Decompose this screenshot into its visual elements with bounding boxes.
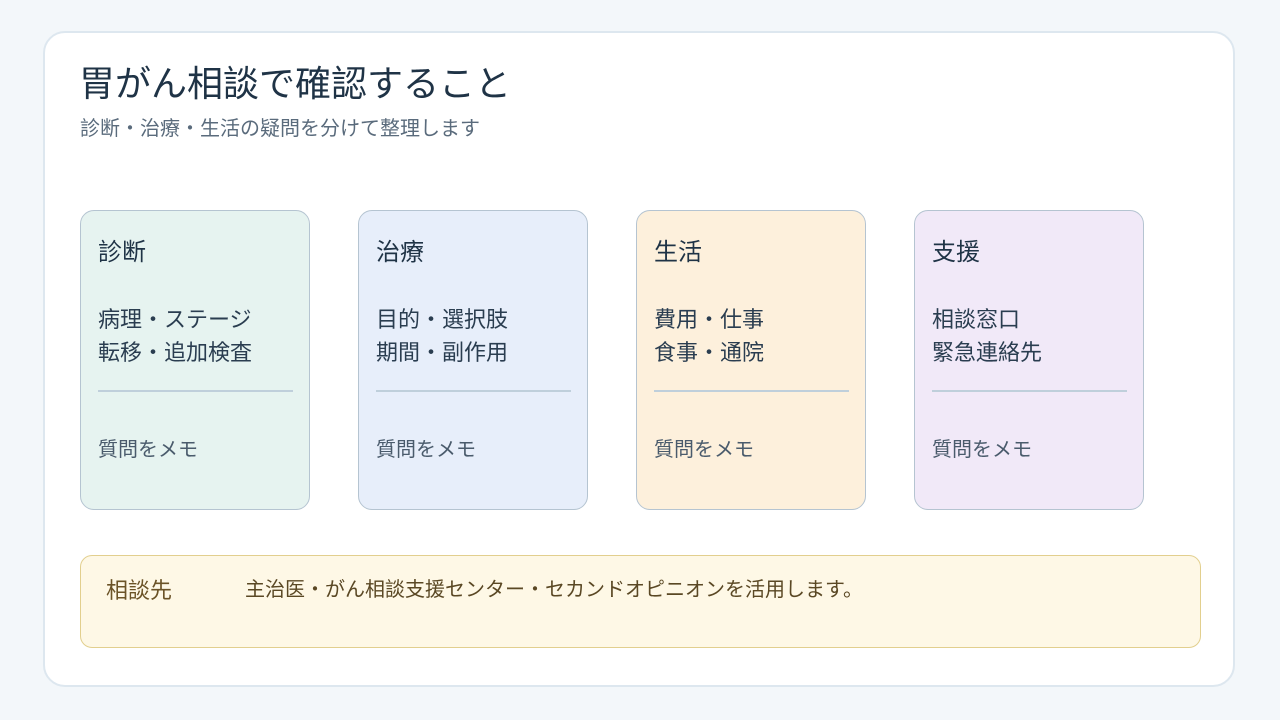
card-memo: 質問をメモ xyxy=(376,437,476,461)
card-life: 生活 費用・仕事 食事・通院 質問をメモ xyxy=(636,210,866,510)
card-line: 費用・仕事 xyxy=(654,308,765,333)
card-line: 食事・通院 xyxy=(654,341,765,366)
page-title: 胃がん相談で確認すること xyxy=(79,64,512,105)
card-divider xyxy=(98,390,293,392)
footer-text: 主治医・がん相談支援センター・セカンドオピニオンを活用します。 xyxy=(245,577,863,601)
footer-label: 相談先 xyxy=(106,579,173,604)
card-title: 生活 xyxy=(654,238,702,266)
card-memo: 質問をメモ xyxy=(654,437,754,461)
card-memo: 質問をメモ xyxy=(98,437,198,461)
card-line: 病理・ステージ xyxy=(98,308,252,333)
card-title: 治療 xyxy=(376,238,424,266)
consultation-footer: 相談先 主治医・がん相談支援センター・セカンドオピニオンを活用します。 xyxy=(80,555,1201,648)
card-divider xyxy=(932,390,1127,392)
card-line: 転移・追加検査 xyxy=(98,341,253,366)
card-diagnosis: 診断 病理・ステージ 転移・追加検査 質問をメモ xyxy=(80,210,310,510)
card-divider xyxy=(654,390,849,392)
card-divider xyxy=(376,390,571,392)
card-treatment: 治療 目的・選択肢 期間・副作用 質問をメモ xyxy=(358,210,588,510)
page-subtitle: 診断・治療・生活の疑問を分けて整理します xyxy=(80,116,480,140)
card-line: 緊急連絡先 xyxy=(932,341,1043,366)
card-line: 期間・副作用 xyxy=(376,341,509,366)
card-title: 診断 xyxy=(98,238,146,266)
card-support: 支援 相談窓口 緊急連絡先 質問をメモ xyxy=(914,210,1144,510)
card-title: 支援 xyxy=(932,238,980,266)
card-memo: 質問をメモ xyxy=(932,437,1032,461)
card-line: 相談窓口 xyxy=(932,308,1021,333)
card-line: 目的・選択肢 xyxy=(376,308,509,333)
